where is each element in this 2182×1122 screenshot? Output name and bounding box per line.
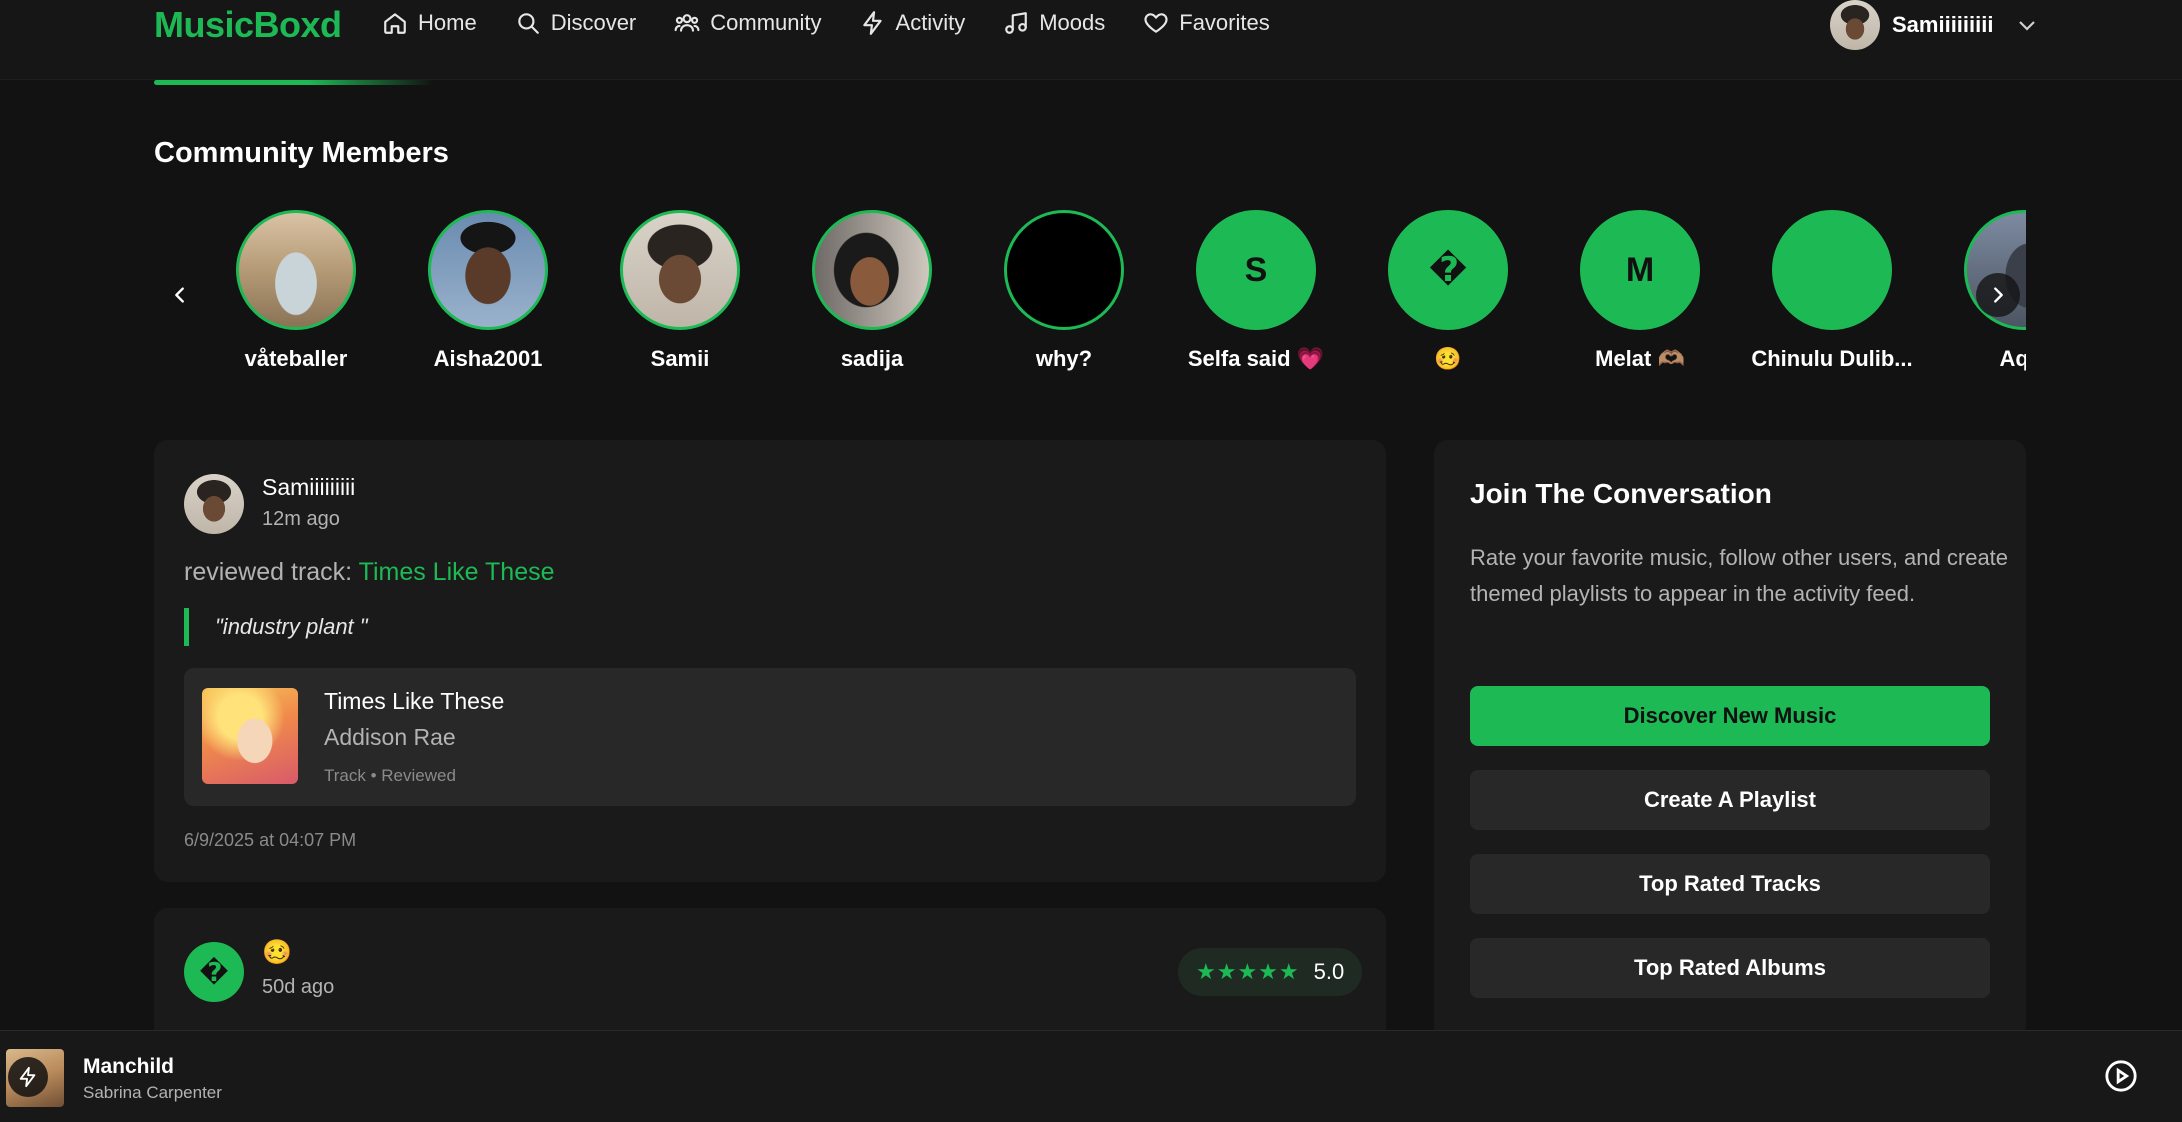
chevron-left-icon [175,287,184,303]
user-avatar [1830,0,1880,50]
quick-action-button[interactable] [8,1057,48,1097]
users-icon [674,14,700,32]
member-name: sadija [840,346,904,371]
member-avatar [428,210,548,330]
home-icon [384,13,406,34]
member-name: why? [1035,346,1093,371]
member-card[interactable]: Chinulu Dulib... [1742,210,1922,372]
now-playing-artist: Sabrina Carpenter [83,1083,222,1102]
member-name: Aisha2001 [433,346,543,371]
bolt-icon [862,11,882,35]
page-loading-bar [154,80,434,85]
app-logo[interactable]: MusicBoxd [154,4,342,46]
member-card[interactable]: � 🥴 [1358,210,1538,372]
track-preview[interactable]: Times Like These Addison Rae Track • Rev… [184,668,1356,806]
member-name: Melat 🫶🏽 [1595,346,1685,371]
star-rating-icon: ★★★★★ [1196,959,1300,984]
post-author-name[interactable]: 🥴 [262,938,292,967]
rating-value: 5.0 [1313,959,1345,984]
nav-moods[interactable]: Moods [1003,10,1105,36]
members-carousel: våteballer Aisha2001 Samii sadija why? S… [206,210,2026,380]
track-cover-art [202,688,298,784]
top-navigation: MusicBoxd Home Discover Community Activi… [0,0,2182,80]
member-card[interactable]: why? [974,210,1154,372]
nav-home-label: Home [418,10,477,35]
member-avatar [1004,210,1124,330]
post-author-name[interactable]: Samiiiiiiiii [262,474,355,501]
chevron-down-icon [2019,21,2036,31]
nav-moods-label: Moods [1039,10,1106,35]
post-author-avatar[interactable]: � [184,942,244,1002]
member-name: våteballer [244,346,348,371]
member-card[interactable]: Samii [590,210,770,372]
bolt-icon [19,1066,36,1088]
member-name: Samii [650,346,710,371]
member-avatar [1772,210,1892,330]
member-avatar [236,210,356,330]
rating-badge: ★★★★★ 5.0 [1178,948,1363,996]
nav-community-label: Community [710,10,822,35]
sidebar-description: Rate your favorite music, follow other u… [1470,545,2009,606]
user-menu[interactable]: Samiiiiiiiii [1830,0,2039,50]
member-name: Aqib [1999,346,2026,371]
top-rated-albums-button[interactable]: Top Rated Albums [1470,938,1990,998]
nav-links: Home Discover Community Activity Moods F… [382,10,1270,36]
member-avatar [620,210,740,330]
discover-new-music-button[interactable]: Discover New Music [1470,686,1990,746]
chevron-right-icon [1994,287,2003,303]
nav-activity-label: Activity [895,10,966,35]
member-card[interactable]: våteballer [206,210,386,372]
music-note-icon [1005,12,1028,34]
join-conversation-card: Join The Conversation Rate your favorite… [1434,440,2026,1040]
member-avatar [812,210,932,330]
member-avatar: � [1388,210,1508,330]
post-time: 12m ago [262,508,340,530]
carousel-next-button[interactable] [1976,273,2020,317]
top-rated-tracks-button[interactable]: Top Rated Tracks [1470,854,1990,914]
now-playing-bar: Manchild Sabrina Carpenter [0,1030,2182,1122]
user-name: Samiiiiiiiii [1892,12,1994,37]
play-circle-icon [2105,1060,2137,1092]
member-card[interactable]: sadija [782,210,962,372]
post-action-text: reviewed track: Times Like These [184,558,555,587]
now-playing-title: Manchild [83,1055,175,1078]
create-playlist-button[interactable]: Create A Playlist [1470,770,1990,830]
post-date: 6/9/2025 at 04:07 PM [184,830,357,850]
nav-community[interactable]: Community [674,10,822,36]
member-card[interactable]: Aisha2001 [398,210,578,372]
sidebar-title: Join The Conversation [1470,478,1772,509]
nav-discover[interactable]: Discover [515,10,637,36]
nav-activity[interactable]: Activity [860,10,966,36]
member-name: Chinulu Dulib... [1751,346,1913,371]
search-icon [517,13,539,34]
track-meta: Track • Reviewed [324,766,456,785]
track-title: Times Like These [324,688,505,714]
post-action-prefix: reviewed track: [184,558,359,586]
member-card[interactable]: M Melat 🫶🏽 [1550,210,1730,372]
play-button[interactable] [2104,1059,2138,1093]
heart-icon [1144,13,1168,33]
track-artist: Addison Rae [324,724,456,750]
community-members-title: Community Members [154,137,449,169]
carousel-prev-button[interactable] [158,273,202,317]
nav-discover-label: Discover [550,10,637,35]
review-quote: "industry plant " [184,608,368,646]
nav-favorites[interactable]: Favorites [1143,10,1270,36]
nav-home[interactable]: Home [382,10,477,36]
member-card[interactable]: S Selfa said 💗 [1166,210,1346,372]
member-name: Selfa said 💗 [1187,346,1325,371]
post-track-link[interactable]: Times Like These [359,558,555,586]
member-avatar: S [1196,210,1316,330]
post-time: 50d ago [262,976,335,998]
post-author-avatar[interactable] [184,474,244,534]
member-avatar: M [1580,210,1700,330]
activity-card: Samiiiiiiiii 12m ago reviewed track: Tim… [154,440,1386,882]
nav-favorites-label: Favorites [1179,10,1270,35]
member-name: 🥴 [1434,346,1462,371]
